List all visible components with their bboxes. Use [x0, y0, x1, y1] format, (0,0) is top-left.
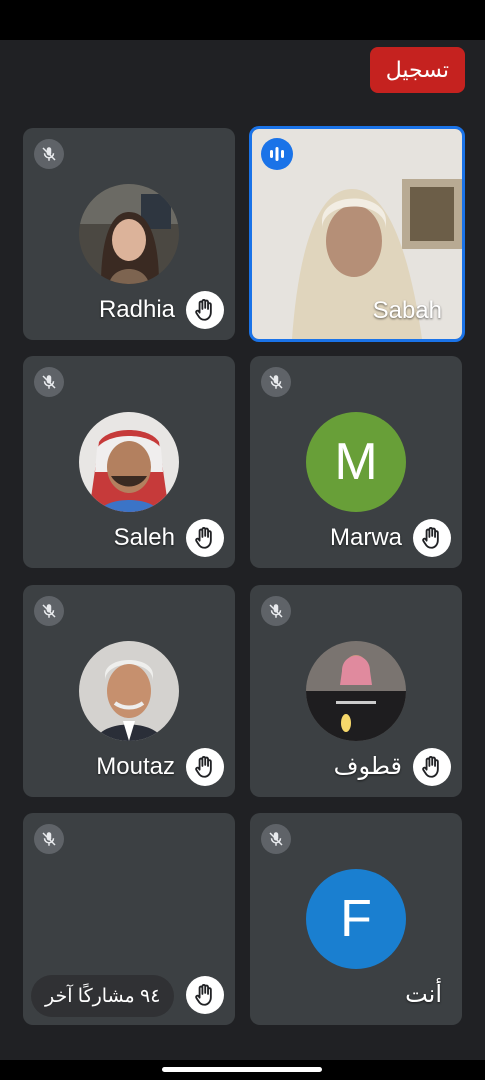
status-bar [0, 0, 485, 40]
participant-tile-moutaz[interactable]: Moutaz [23, 585, 235, 797]
avatar-letter: F [340, 890, 372, 948]
avatar [79, 412, 179, 512]
hand-icon [413, 519, 451, 557]
participant-name: قطوف [333, 753, 402, 780]
mic-off-icon [34, 824, 64, 854]
participant-name: Moutaz [96, 753, 175, 780]
hand-icon [186, 519, 224, 557]
mic-off-icon [34, 596, 64, 626]
participant-tile-self[interactable]: F أنت [250, 813, 462, 1025]
audio-wave-icon [261, 138, 293, 170]
hand-icon [413, 748, 451, 786]
participant-tile-qutuf[interactable]: قطوف [250, 585, 462, 797]
other-participants-count: ٩٤ مشاركًا آخر [31, 975, 175, 1017]
mic-off-icon [261, 596, 291, 626]
participant-name: Radhia [98, 296, 175, 323]
participant-name: أنت [405, 981, 442, 1008]
avatar: M [306, 412, 406, 512]
participant-name: Saleh [113, 524, 175, 551]
record-button[interactable]: تسجيل [369, 47, 465, 93]
mic-off-icon [261, 367, 291, 397]
participant-tile-marwa[interactable]: M Marwa [250, 356, 462, 568]
avatar [306, 641, 406, 741]
avatar-letter: M [334, 433, 378, 491]
mic-off-icon [34, 367, 64, 397]
hand-icon [186, 976, 224, 1014]
mic-off-icon [261, 824, 291, 854]
participant-tile-radhia[interactable]: Radhia [23, 128, 235, 340]
participant-tile-saleh[interactable]: Saleh [23, 356, 235, 568]
avatar [79, 184, 179, 284]
home-indicator[interactable] [162, 1067, 322, 1072]
participant-name: Sabah [372, 297, 442, 324]
mic-off-icon [34, 139, 64, 169]
hand-icon [186, 291, 224, 329]
participant-tile-sabah[interactable]: Sabah [249, 126, 465, 342]
hand-icon [186, 748, 224, 786]
participant-tile-others[interactable]: ٩٤ مشاركًا آخر [23, 813, 235, 1025]
avatar: F [306, 869, 406, 969]
navigation-bar [0, 1060, 485, 1080]
avatar [79, 641, 179, 741]
participant-name: Marwa [329, 524, 402, 551]
